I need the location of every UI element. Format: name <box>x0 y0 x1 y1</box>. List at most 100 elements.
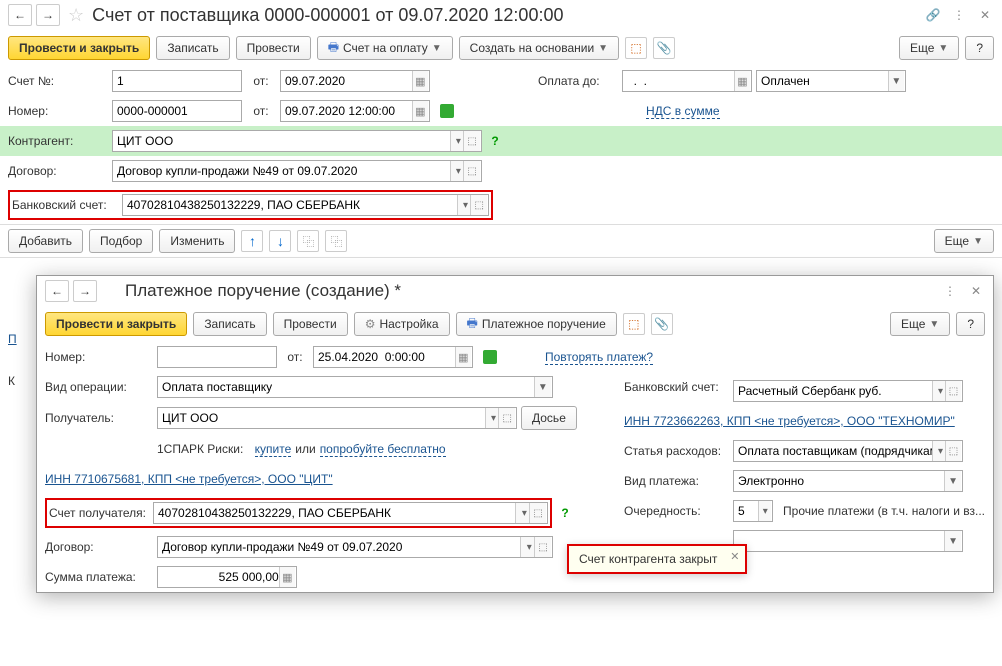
recipient-account-label: Счет получателя: <box>49 506 153 520</box>
inn-link[interactable]: ИНН 7710675681, КПП <не требуется>, ООО … <box>45 472 333 486</box>
hint-icon[interactable]: ? <box>486 134 504 148</box>
hint-icon[interactable]: ? <box>556 506 574 520</box>
open-icon[interactable]: ⬚ <box>463 131 480 151</box>
nav-back-button[interactable]: ← <box>8 4 32 26</box>
help-button[interactable]: ? <box>965 36 994 60</box>
close-icon[interactable]: ✕ <box>730 550 739 563</box>
inn2-row: ИНН 7723662263, КПП <не требуется>, ООО … <box>616 406 993 436</box>
invoice-no-input[interactable] <box>112 70 242 92</box>
counterparty-select[interactable]: ▾⬚ <box>112 130 482 152</box>
add-button[interactable]: Добавить <box>8 229 83 253</box>
inn2-link[interactable]: ИНН 7723662263, КПП <не требуется>, ООО … <box>624 414 955 428</box>
nav-back-button[interactable]: ← <box>45 280 69 302</box>
open-icon[interactable]: ⬚ <box>529 503 546 523</box>
invoice-no-row: Счет №: от: ▦ Оплата до: ▦ ▼ <box>0 66 1002 96</box>
close-icon[interactable]: ✕ <box>967 282 985 300</box>
expense-item-select[interactable]: ▾⬚ <box>733 440 963 462</box>
chevron-down-icon[interactable]: ▼ <box>888 71 904 91</box>
move-up-button[interactable]: ↑ <box>241 230 263 252</box>
open-icon[interactable]: ⬚ <box>463 161 480 181</box>
number-row: Номер: от: ▦ НДС в сумме <box>0 96 1002 126</box>
extra-select[interactable]: ▼ <box>733 530 963 552</box>
sub-titlebar: ← → Платежное поручение (создание) * ⋮ ✕ <box>37 276 993 306</box>
chevron-down-icon[interactable]: ▼ <box>534 377 551 397</box>
invoice-date-input[interactable]: ▦ <box>280 70 430 92</box>
nav-forward-button[interactable]: → <box>73 280 97 302</box>
repeat-payment-link[interactable]: Повторять платеж? <box>545 350 653 365</box>
more-menu-icon[interactable]: ⋮ <box>941 282 959 300</box>
nav-forward-button[interactable]: → <box>36 4 60 26</box>
more-menu-icon[interactable]: ⋮ <box>950 6 968 24</box>
chevron-down-icon[interactable]: ▼ <box>944 471 961 491</box>
pick-button[interactable]: Подбор <box>89 229 153 253</box>
post-button[interactable]: Провести <box>273 312 348 336</box>
payment-amount-input[interactable]: ▦ <box>157 566 297 588</box>
structure-icon[interactable]: ⬚ <box>623 313 645 335</box>
print-invoice-button[interactable]: 🖶 Счет на оплату ▼ <box>317 36 453 60</box>
payment-amount-row: Сумма платежа: ▦ <box>37 562 606 592</box>
priority-select[interactable]: ▾ <box>733 500 773 522</box>
post-and-close-button[interactable]: Провести и закрыть <box>8 36 150 60</box>
operation-type-row: Вид операции: ▼ <box>37 372 606 402</box>
post-button[interactable]: Провести <box>236 36 311 60</box>
payment-due-input[interactable]: ▦ <box>622 70 752 92</box>
settings-button[interactable]: ⚙Настройка <box>354 312 450 336</box>
chevron-down-icon[interactable]: ▼ <box>944 531 961 551</box>
contract-select[interactable]: ▾⬚ <box>112 160 482 182</box>
attachment-icon[interactable]: 📎 <box>653 37 675 59</box>
from-label: от: <box>246 104 276 118</box>
open-icon[interactable]: ⬚ <box>945 441 961 461</box>
payment-order-button[interactable]: 🖶Платежное поручение <box>456 312 617 336</box>
spark-try-link[interactable]: попробуйте бесплатно <box>320 442 446 457</box>
chevron-down-icon[interactable]: ▾ <box>758 501 771 521</box>
close-icon[interactable]: ✕ <box>976 6 994 24</box>
dossier-button[interactable]: Досье <box>521 406 577 430</box>
contract-select[interactable]: ▾⬚ <box>157 536 553 558</box>
operation-type-select[interactable]: ▼ <box>157 376 553 398</box>
recipient-account-select[interactable]: ▾⬚ <box>153 502 548 524</box>
calendar-icon[interactable]: ▦ <box>734 71 750 91</box>
date-input[interactable]: ▦ <box>313 346 473 368</box>
status-icon[interactable] <box>483 350 497 364</box>
chevron-down-icon: ▼ <box>973 236 983 247</box>
calculator-icon[interactable]: ▦ <box>279 567 295 587</box>
truncated-link[interactable]: П <box>8 332 17 346</box>
number-label: Номер: <box>8 104 108 118</box>
open-icon[interactable]: ⬚ <box>534 537 551 557</box>
help-button[interactable]: ? <box>956 312 985 336</box>
list-more-button[interactable]: Еще▼ <box>934 229 994 253</box>
payment-type-select[interactable]: ▼ <box>733 470 963 492</box>
favorite-star-icon[interactable]: ☆ <box>68 5 84 26</box>
create-based-on-button[interactable]: Создать на основании ▼ <box>459 36 619 60</box>
vat-link[interactable]: НДС в сумме <box>646 104 720 119</box>
number-input[interactable] <box>112 100 242 122</box>
write-button[interactable]: Записать <box>193 312 266 336</box>
write-button[interactable]: Записать <box>156 36 229 60</box>
structure-icon[interactable]: ⬚ <box>625 37 647 59</box>
status-select[interactable]: ▼ <box>756 70 906 92</box>
number-input[interactable] <box>157 346 277 368</box>
open-icon[interactable]: ⬚ <box>470 195 487 215</box>
bank-account-select[interactable]: ▾⬚ <box>122 194 489 216</box>
calendar-icon[interactable]: ▦ <box>412 101 428 121</box>
attachment-icon[interactable]: 📎 <box>651 313 673 335</box>
status-icon[interactable] <box>440 104 454 118</box>
paste-button[interactable]: ⿻ <box>325 230 347 252</box>
move-down-button[interactable]: ↓ <box>269 230 291 252</box>
recipient-select[interactable]: ▾⬚ <box>157 407 517 429</box>
copy-button[interactable]: ⿻ <box>297 230 319 252</box>
calendar-icon[interactable]: ▦ <box>412 71 428 91</box>
post-and-close-button[interactable]: Провести и закрыть <box>45 312 187 336</box>
recipient-row: Получатель: ▾⬚ Досье <box>37 402 606 434</box>
open-icon[interactable]: ⬚ <box>945 381 961 401</box>
link-icon[interactable]: 🔗 <box>924 6 942 24</box>
spark-buy-link[interactable]: купите <box>255 442 292 457</box>
more-button[interactable]: Еще▼ <box>890 312 950 336</box>
priority-row: Очередность: ▾ Прочие платежи (в т.ч. на… <box>616 496 993 526</box>
bank-account-select[interactable]: ▾⬚ <box>733 380 963 402</box>
change-button[interactable]: Изменить <box>159 229 235 253</box>
open-icon[interactable]: ⬚ <box>498 408 515 428</box>
calendar-icon[interactable]: ▦ <box>455 347 471 367</box>
number-date-input[interactable]: ▦ <box>280 100 430 122</box>
more-button[interactable]: Еще ▼ <box>899 36 959 60</box>
